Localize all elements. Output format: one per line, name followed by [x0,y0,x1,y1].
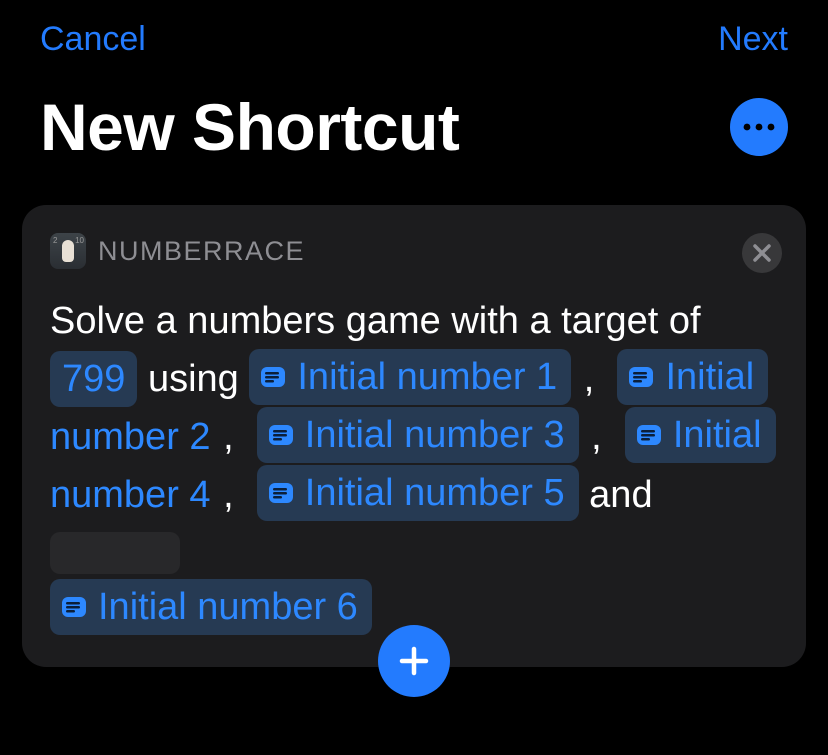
variable-icon [267,479,295,507]
param-label: Initial [673,407,762,463]
action-text: and [589,474,652,516]
nav-bar: Cancel Next [0,0,828,59]
action-text: using [148,358,249,400]
separator: , [221,474,236,516]
more-button[interactable] [730,98,788,156]
param-initial-6[interactable]: Initial number 6 [50,579,372,635]
add-action-button[interactable] [378,625,450,697]
target-value-token[interactable]: 799 [50,351,137,407]
empty-param-slot[interactable] [50,532,180,574]
variable-icon [627,363,655,391]
app-name-label: NUMBERRACE [98,236,305,267]
param-initial-4-part2[interactable]: number 4 [50,474,211,516]
close-button[interactable] [742,233,782,273]
app-icon: 210 [50,233,86,269]
variable-icon [259,363,287,391]
header: New Shortcut [0,59,828,205]
action-card: 210 NUMBERRACE Solve a numbers game with… [22,205,806,667]
param-initial-2-part2[interactable]: number 2 [50,416,211,458]
param-label: Initial number 3 [305,407,565,463]
param-initial-5[interactable]: Initial number 5 [257,465,579,521]
variable-icon [635,421,663,449]
param-initial-3[interactable]: Initial number 3 [257,407,579,463]
next-button[interactable]: Next [718,20,788,59]
variable-icon [267,421,295,449]
ellipsis-icon [742,122,776,132]
separator: , [582,358,597,400]
action-body: Solve a numbers game with a target of 79… [50,293,778,637]
param-label: Initial number 5 [305,465,565,521]
param-label: Initial number 6 [98,579,358,635]
close-icon [753,244,771,262]
separator: , [221,416,236,458]
plus-icon [396,643,432,679]
param-initial-1[interactable]: Initial number 1 [249,349,571,405]
action-text: Solve a numbers game with a target of [50,300,701,342]
page-title: New Shortcut [40,89,459,165]
variable-icon [60,593,88,621]
action-header: 210 NUMBERRACE [50,233,778,269]
cancel-button[interactable]: Cancel [40,20,146,59]
param-label: Initial [665,349,754,405]
param-initial-2-part1[interactable]: Initial [617,349,768,405]
separator: , [589,416,604,458]
param-label: Initial number 1 [297,349,557,405]
param-initial-4-part1[interactable]: Initial [625,407,776,463]
